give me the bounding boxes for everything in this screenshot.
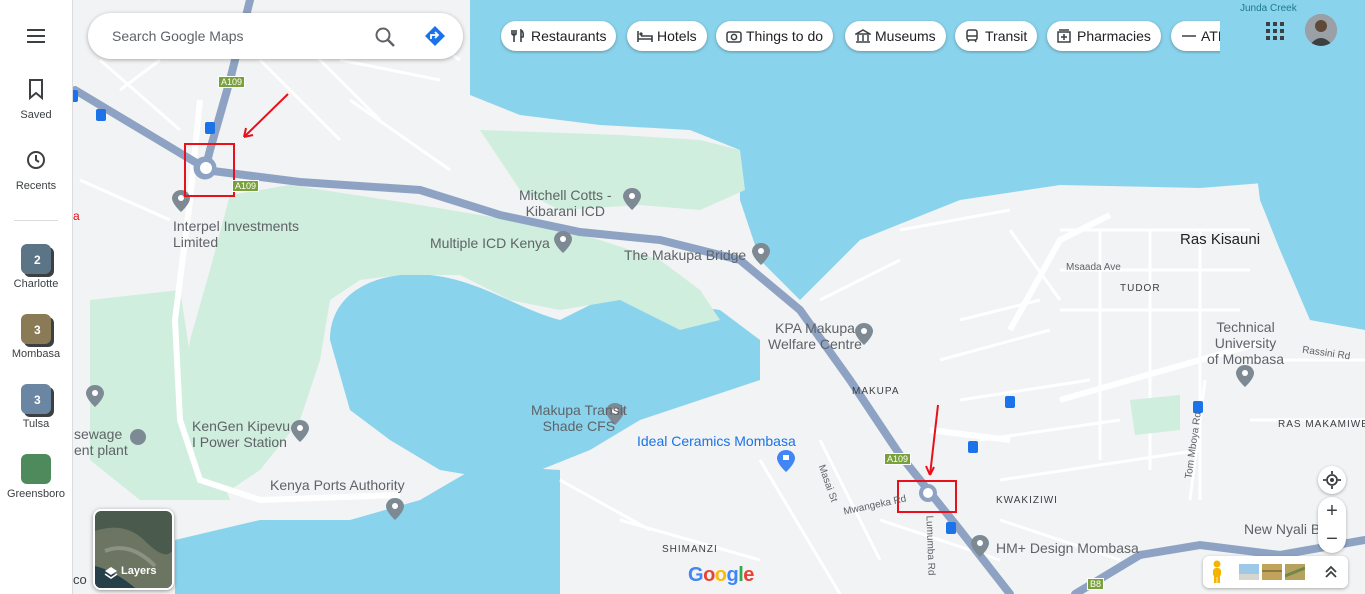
directions-icon[interactable]	[424, 25, 446, 47]
layers-icon	[104, 567, 118, 579]
label-edge-co: co	[73, 572, 87, 587]
list-mombasa[interactable]: 3 Mombasa	[0, 314, 72, 360]
route-shield-b8: B8	[1087, 578, 1105, 590]
label-makupa: MAKUPA	[852, 386, 900, 397]
label-makupa-bridge: The Makupa Bridge	[624, 247, 747, 263]
label-multiple-icd: Multiple ICD Kenya	[430, 235, 550, 251]
label-ras-kisauni: Ras Kisauni	[1180, 231, 1261, 248]
chip-transit[interactable]: Transit	[955, 21, 1038, 51]
chip-restaurants[interactable]: Restaurants	[501, 21, 617, 51]
saved-label: Saved	[20, 109, 52, 121]
list-charlotte[interactable]: 2 Charlotte	[0, 244, 72, 290]
history-icon	[27, 151, 45, 169]
zoom-controls: + −	[1318, 497, 1346, 553]
label-technical: Technical University of Mombasa	[1207, 319, 1285, 367]
my-location-button[interactable]	[1318, 466, 1346, 494]
label-transit-shade: Makupa Transit Shade CFS	[531, 402, 627, 434]
label-interpel: Interpel Investments Limited	[173, 218, 300, 250]
avatar[interactable]	[1305, 14, 1337, 46]
apps-grid-icon[interactable]	[1266, 22, 1284, 40]
list-greensboro[interactable]: Greensboro	[0, 454, 72, 500]
park-bottom-right	[1130, 395, 1180, 435]
list-tulsa[interactable]: 3 Tulsa	[0, 384, 72, 430]
menu-button[interactable]	[24, 26, 48, 46]
label-tudor: TUDOR	[1120, 283, 1161, 294]
zoom-in-button[interactable]: +	[1318, 497, 1346, 525]
camera-icon	[726, 31, 742, 43]
label-kengen: KenGen Kipevu I Power Station	[192, 418, 291, 450]
map-bottom-bar	[1203, 556, 1348, 588]
label-sewage: sewage ent plant	[74, 426, 128, 458]
route-shield-a109-east: A109	[884, 453, 912, 465]
category-chips: Restaurants Hotels Things to do Museums …	[500, 20, 1220, 54]
chip-things-to-do[interactable]: Things to do	[716, 21, 834, 51]
transit-icon	[966, 29, 978, 43]
pharmacy-icon	[1057, 29, 1071, 43]
layers-button[interactable]: Layers	[93, 509, 174, 590]
pegman-icon[interactable]	[1209, 560, 1225, 584]
search-icon[interactable]	[374, 26, 396, 48]
label-ports: Kenya Ports Authority	[270, 477, 405, 493]
label-lumumba: Lumumba Rd	[923, 515, 937, 576]
label-shimanzi: SHIMANZI	[662, 544, 718, 555]
label-kpa: KPA Makupa Welfare Centre	[768, 320, 862, 352]
route-shield-a109-west: A109	[232, 180, 260, 192]
chip-pharmacies[interactable]: Pharmacies	[1047, 21, 1161, 51]
poi-sewage-icon	[130, 429, 146, 445]
recents-label: Recents	[15, 180, 57, 192]
chevron-up-icon[interactable]	[1324, 565, 1338, 579]
sidebar-divider	[14, 220, 58, 221]
list-thumbnail	[21, 454, 51, 484]
label-kwakiziwi: KWAKIZIWI	[996, 495, 1058, 506]
label-junda-creek: Junda Creek	[1240, 3, 1297, 14]
label-ideal-ceramics[interactable]: Ideal Ceramics Mombasa	[637, 433, 796, 449]
layers-label: Layers	[121, 565, 157, 577]
saved-button[interactable]: Saved	[0, 78, 72, 121]
bookmark-icon	[29, 79, 43, 101]
recents-button[interactable]: Recents	[0, 149, 72, 192]
hotel-icon	[637, 31, 653, 42]
chip-atms[interactable]: ATMs	[1171, 21, 1220, 51]
location-marker	[198, 160, 214, 176]
user-photo-icon	[1305, 14, 1337, 46]
atm-icon	[1182, 35, 1196, 37]
my-location-icon	[1323, 471, 1341, 489]
zoom-out-button[interactable]: −	[1318, 525, 1346, 553]
terrain-thumbnail-icon[interactable]	[1239, 564, 1259, 580]
label-hm-design: HM+ Design Mombasa	[996, 540, 1139, 556]
label-mitchell: Mitchell Cotts - Kibarani ICD	[519, 187, 612, 219]
search-box[interactable]: Search Google Maps	[88, 13, 463, 59]
label-edge-a: a	[73, 209, 80, 223]
google-logo: Google	[688, 564, 754, 586]
location-marker-2	[921, 486, 935, 500]
label-new-nyali: New Nyali B	[1244, 521, 1321, 537]
list-tulsa-label: Tulsa	[22, 418, 50, 430]
museum-icon	[855, 29, 871, 43]
sidebar: Saved Recents 2 Charlotte 3 Mombasa 3 Tu…	[0, 0, 73, 594]
label-msaada: Msaada Ave	[1066, 262, 1121, 273]
label-ras-makamiwe: RAS MAKAMIWE	[1278, 419, 1365, 430]
search-input[interactable]: Search Google Maps	[112, 28, 244, 44]
list-mombasa-label: Mombasa	[11, 348, 61, 360]
restaurant-icon	[511, 29, 525, 42]
map-canvas[interactable]	[0, 0, 1365, 594]
street-thumbnail-icon[interactable]	[1285, 564, 1305, 580]
chip-museums[interactable]: Museums	[845, 21, 946, 51]
list-charlotte-label: Charlotte	[13, 278, 59, 290]
list-greensboro-label: Greensboro	[6, 488, 66, 500]
satellite-thumbnail-icon[interactable]	[1262, 564, 1282, 580]
route-shield-a109-north: A109	[218, 76, 246, 88]
chip-hotels[interactable]: Hotels	[627, 21, 707, 51]
